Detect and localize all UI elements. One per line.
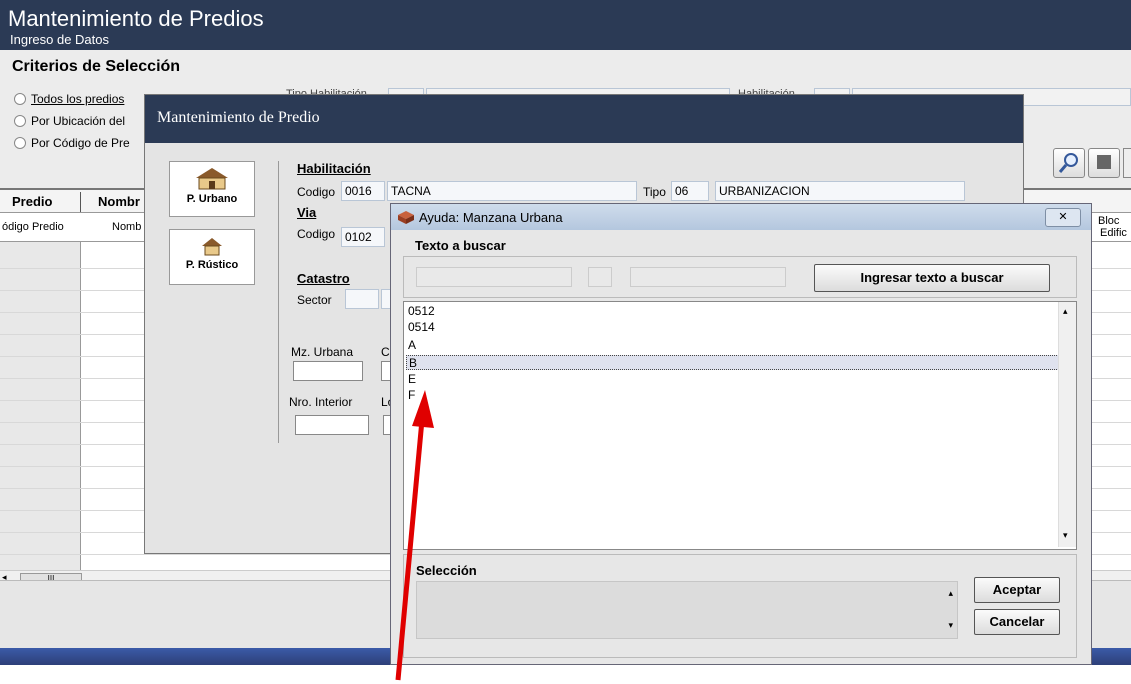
search-field-1[interactable] bbox=[416, 267, 572, 287]
nro-interior-label: Nro. Interior bbox=[289, 395, 353, 409]
selection-textarea[interactable]: ▴ ▾ bbox=[416, 581, 958, 639]
mz-urbana-field[interactable] bbox=[293, 361, 363, 381]
col-nombre: Nombr bbox=[98, 194, 140, 209]
cancelar-button[interactable]: Cancelar bbox=[974, 609, 1060, 635]
hab-codigo-field[interactable]: 0016 bbox=[341, 181, 385, 201]
dialog2-title: Ayuda: Manzana Urbana bbox=[419, 210, 563, 225]
ingresar-texto-button[interactable]: Ingresar texto a buscar bbox=[814, 264, 1050, 292]
hab-tipo-nombre-field[interactable]: URBANIZACION bbox=[715, 181, 965, 201]
toolbar-button-3[interactable] bbox=[1123, 148, 1131, 178]
radio-ubicacion[interactable]: Por Ubicación del bbox=[14, 114, 125, 128]
radio-label: Por Código de Pre bbox=[31, 136, 130, 150]
list-item-selected[interactable]: B bbox=[406, 355, 1059, 370]
search-field-2[interactable] bbox=[588, 267, 612, 287]
rustico-button[interactable]: P. Rústico bbox=[169, 229, 255, 285]
selection-frame: Selección ▴ ▾ Aceptar Cancelar bbox=[403, 554, 1077, 658]
mz-next-label: C bbox=[381, 345, 390, 359]
via-codigo-label: Codigo bbox=[297, 227, 336, 241]
subcol-bloc: Bloc bbox=[1098, 215, 1120, 227]
hab-tipo-label: Tipo bbox=[643, 185, 666, 199]
rustico-label: P. Rústico bbox=[185, 259, 239, 271]
dialog-ayuda-manzana: Ayuda: Manzana Urbana ✕ Texto a buscar I… bbox=[390, 203, 1092, 665]
sector-label: Sector bbox=[297, 293, 332, 307]
house-rustico-icon bbox=[202, 238, 222, 256]
row-header-column bbox=[0, 242, 81, 572]
list-item[interactable]: A bbox=[408, 338, 416, 353]
urbano-button[interactable]: P. Urbano bbox=[169, 161, 255, 217]
magnifier-icon bbox=[1058, 153, 1078, 173]
red-arrow-annotation bbox=[395, 390, 434, 681]
criteria-title: Criterios de Selección bbox=[12, 58, 181, 75]
subcol-edific: Edific bbox=[1100, 227, 1127, 239]
aceptar-button[interactable]: Aceptar bbox=[974, 577, 1060, 603]
habilitacion-section: Habilitación bbox=[297, 161, 371, 176]
radio-label: Todos los predios bbox=[31, 92, 125, 106]
list-vscrollbar[interactable]: ▴ ▾ bbox=[1058, 302, 1076, 547]
via-codigo-field[interactable]: 0102 bbox=[341, 227, 385, 247]
hab-nombre-field[interactable]: TACNA bbox=[387, 181, 637, 201]
col-divider bbox=[80, 192, 81, 212]
square-icon bbox=[1097, 155, 1111, 169]
urbano-label: P. Urbano bbox=[186, 193, 238, 205]
toolbar-button-2[interactable] bbox=[1088, 148, 1120, 178]
manzana-listbox[interactable]: 0512 0514 A B E F ▴ ▾ bbox=[403, 301, 1077, 550]
dialog1-title: Mantenimiento de Predio bbox=[157, 109, 320, 126]
vertical-divider bbox=[278, 161, 279, 443]
list-item[interactable]: 0514 bbox=[408, 320, 435, 335]
col-predio: Predio bbox=[12, 194, 53, 209]
sector-field[interactable] bbox=[345, 289, 379, 309]
search-button[interactable] bbox=[1053, 148, 1085, 178]
radio-codigo[interactable]: Por Código de Pre bbox=[14, 136, 130, 150]
radio-circle[interactable] bbox=[14, 93, 26, 105]
house-urbano-icon bbox=[196, 168, 228, 190]
radio-todos[interactable]: Todos los predios bbox=[14, 92, 124, 106]
via-section: Via bbox=[297, 205, 317, 220]
subcol-nombre: Nomb bbox=[112, 221, 142, 233]
hab-tipo-field[interactable]: 06 bbox=[671, 181, 709, 201]
mz-urbana-label: Mz. Urbana bbox=[291, 345, 354, 359]
dialog1-titlebar: Mantenimiento de Predio bbox=[145, 95, 1023, 143]
selection-scroll-up-icon[interactable]: ▴ bbox=[948, 588, 953, 599]
dialog2-titlebar: Ayuda: Manzana Urbana ✕ bbox=[391, 204, 1091, 230]
hab-codigo-label: Codigo bbox=[297, 185, 336, 199]
scroll-down-icon[interactable]: ▾ bbox=[1063, 530, 1068, 541]
search-field-3[interactable] bbox=[630, 267, 786, 287]
app-header: Mantenimiento de Predios Ingreso de Dato… bbox=[0, 0, 1131, 50]
search-frame: Ingresar texto a buscar bbox=[403, 256, 1077, 298]
subcol-codigo: ódigo Predio bbox=[2, 221, 64, 233]
scroll-up-icon[interactable]: ▴ bbox=[1063, 306, 1068, 317]
app-title: Mantenimiento de Predios bbox=[8, 6, 264, 31]
radio-label: Por Ubicación del bbox=[31, 114, 126, 128]
radio-circle[interactable] bbox=[14, 115, 26, 127]
close-button[interactable]: ✕ bbox=[1045, 208, 1081, 227]
app-subtitle: Ingreso de Datos bbox=[10, 32, 110, 47]
box-icon bbox=[398, 211, 414, 224]
radio-circle[interactable] bbox=[14, 137, 26, 149]
list-item[interactable]: 0512 bbox=[408, 304, 435, 319]
catastro-section: Catastro bbox=[297, 271, 350, 286]
selection-scroll-down-icon[interactable]: ▾ bbox=[948, 620, 953, 631]
search-section-label: Texto a buscar bbox=[415, 238, 506, 253]
nro-interior-field[interactable] bbox=[295, 415, 369, 435]
